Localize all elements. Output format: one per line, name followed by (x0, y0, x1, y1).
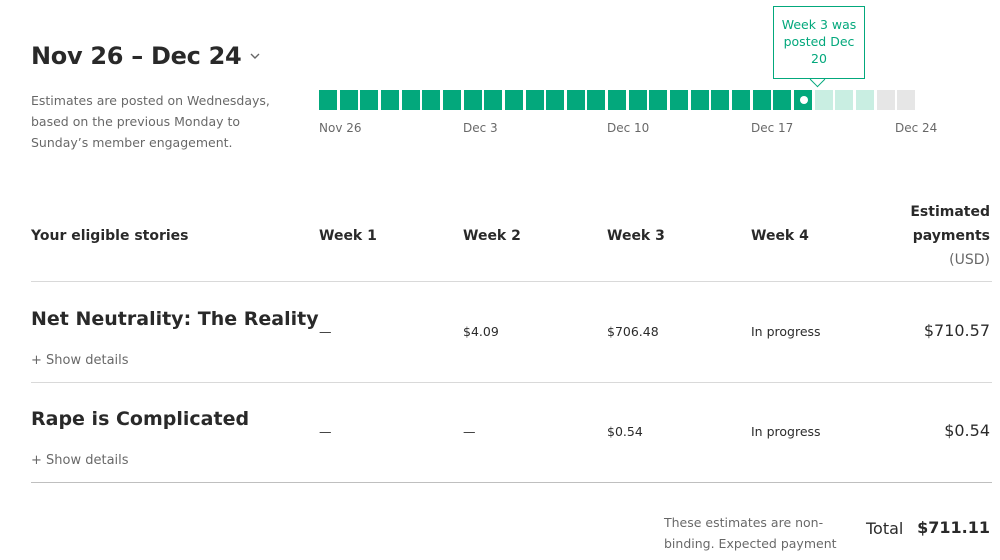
week4-value: In progress (751, 324, 821, 339)
timeline-day (773, 90, 791, 110)
timeline-day (856, 90, 874, 110)
week3-value: $706.48 (607, 324, 659, 339)
timeline-day (422, 90, 440, 110)
timeline-day (629, 90, 647, 110)
timeline-day (732, 90, 750, 110)
column-header-week4: Week 4 (751, 228, 809, 244)
story-total: $0.54 (944, 421, 990, 440)
non-binding-note: These estimates are non-binding. Expecte… (664, 515, 837, 551)
total-label: Total (866, 519, 904, 538)
timeline-day (587, 90, 605, 110)
story-title[interactable]: Net Neutrality: The Reality (31, 308, 319, 330)
timeline-day (484, 90, 502, 110)
week2-value: $4.09 (463, 324, 499, 339)
week2-value: — (463, 424, 476, 439)
timeline-day (464, 90, 482, 110)
timeline-day (340, 90, 358, 110)
timeline-day (794, 90, 812, 110)
total-value: $711.11 (917, 518, 990, 537)
header-divider (31, 281, 992, 282)
timeline-tick: Dec 10 (607, 121, 650, 135)
timeline-day (691, 90, 709, 110)
timeline-day (381, 90, 399, 110)
week4-value: In progress (751, 424, 821, 439)
story-title[interactable]: Rape is Complicated (31, 408, 249, 430)
table-bottom-divider (31, 482, 992, 483)
payments-header-unit: (USD) (949, 252, 990, 268)
date-range-selector[interactable]: Nov 26 – Dec 24 (31, 42, 261, 70)
show-details-link[interactable]: + Show details (31, 353, 129, 368)
timeline-day (567, 90, 585, 110)
timeline-day (319, 90, 337, 110)
week1-value: — (319, 424, 332, 439)
timeline-day (670, 90, 688, 110)
week1-value: — (319, 324, 332, 339)
timeline-day (360, 90, 378, 110)
column-header-payments: Estimated payments (USD) (870, 200, 990, 272)
column-header-week1: Week 1 (319, 228, 377, 244)
timeline-day (608, 90, 626, 110)
week-posted-tooltip: Week 3 was posted Dec 20 (773, 6, 865, 79)
column-header-stories: Your eligible stories (31, 228, 189, 244)
timeline-day (835, 90, 853, 110)
timeline-day (526, 90, 544, 110)
timeline-tick: Nov 26 (319, 121, 362, 135)
column-header-week2: Week 2 (463, 228, 521, 244)
date-range-label: Nov 26 – Dec 24 (31, 42, 242, 70)
current-week-marker (800, 96, 808, 104)
timeline-tick: Dec 3 (463, 121, 498, 135)
payments-header-line: Estimated (910, 204, 990, 220)
timeline-day (815, 90, 833, 110)
timeline-tick: Dec 24 (895, 121, 938, 135)
earnings-page: Nov 26 – Dec 24 Estimates are posted on … (0, 0, 1000, 560)
week3-value: $0.54 (607, 424, 643, 439)
show-details-link[interactable]: + Show details (31, 453, 129, 468)
timeline-day (877, 90, 895, 110)
column-header-week3: Week 3 (607, 228, 665, 244)
story-total: $710.57 (923, 321, 990, 340)
estimates-note: Estimates are posted on Wednesdays, base… (31, 93, 270, 150)
chevron-down-icon (250, 53, 260, 59)
timeline-day (443, 90, 461, 110)
timeline-day (897, 90, 915, 110)
timeline-day (711, 90, 729, 110)
timeline-day (402, 90, 420, 110)
timeline-tick: Dec 17 (751, 121, 794, 135)
row-divider (31, 382, 992, 383)
timeline-day (546, 90, 564, 110)
timeline-day (753, 90, 771, 110)
timeline-day (649, 90, 667, 110)
payments-header-line: payments (912, 228, 990, 244)
timeline-day (505, 90, 523, 110)
